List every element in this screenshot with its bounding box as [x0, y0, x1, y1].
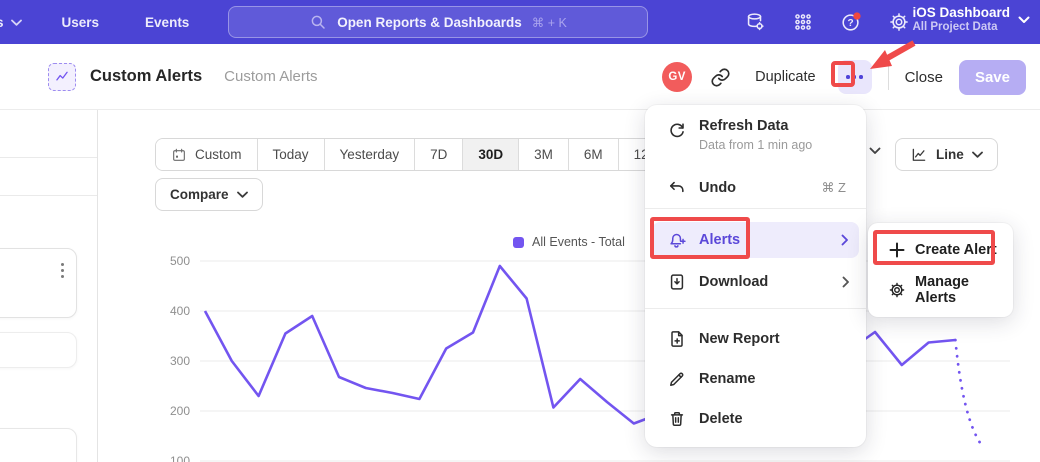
chevron-right-icon — [842, 276, 850, 288]
menu-shortcut: ⌘ Z — [821, 180, 846, 196]
search-shortcut: ⌘ + K — [532, 15, 567, 30]
svg-text:?: ? — [847, 18, 853, 29]
menu-divider — [645, 208, 866, 209]
download-icon — [667, 272, 687, 292]
menu-item-rename[interactable]: Rename — [645, 361, 866, 397]
query-builder-sidebar — [0, 110, 98, 462]
chevron-down-icon — [1018, 16, 1030, 24]
pencil-icon — [667, 369, 687, 389]
page-title: Custom Alerts — [90, 67, 202, 86]
more-options-button[interactable] — [838, 60, 872, 94]
date-range-yesterday[interactable]: Yesterday — [324, 139, 415, 170]
help-icon[interactable]: ? — [840, 11, 862, 33]
menu-item-label: Rename — [699, 371, 755, 387]
menu-item-new-report[interactable]: New Report — [645, 321, 866, 357]
search-input[interactable]: Open Reports & Dashboards ⌘ + K — [228, 6, 648, 38]
plus-icon — [888, 241, 906, 259]
date-range-30d[interactable]: 30D — [462, 139, 518, 170]
breadcrumb: Custom Alerts — [224, 68, 317, 85]
sidebar-card[interactable] — [0, 332, 77, 368]
chevron-down-icon[interactable] — [869, 147, 881, 155]
menu-item-label: Download — [699, 274, 768, 290]
close-button[interactable]: Close — [905, 69, 943, 86]
menu-item-delete[interactable]: Delete — [645, 401, 866, 437]
search-icon — [309, 13, 327, 31]
date-range-control: Custom Today Yesterday 7D 30D 3M 6M 12M — [155, 138, 676, 171]
submenu-item-create-alert[interactable]: Create Alert — [868, 232, 1013, 268]
svg-text:100: 100 — [170, 454, 190, 462]
gear-icon — [888, 281, 906, 299]
legend-label: All Events - Total — [532, 235, 625, 249]
date-range-6m[interactable]: 6M — [568, 139, 618, 170]
nav-item-truncated[interactable]: s — [0, 15, 22, 30]
sidebar-card[interactable] — [0, 248, 77, 318]
menu-item-undo[interactable]: Undo ⌘ Z — [645, 171, 866, 205]
date-range-custom[interactable]: Custom — [156, 139, 257, 170]
menu-item-download[interactable]: Download — [645, 264, 866, 300]
project-scope: All Project Data — [912, 21, 1010, 34]
menu-item-label: Undo — [699, 180, 736, 196]
chevron-down-icon — [237, 191, 248, 198]
line-chart-icon — [910, 146, 928, 164]
bell-plus-icon — [667, 230, 687, 250]
menu-item-label: Delete — [699, 411, 743, 427]
submenu-item-manage-alerts[interactable]: Manage Alerts — [868, 272, 1013, 308]
chevron-down-icon — [972, 151, 983, 158]
date-range-7d[interactable]: 7D — [414, 139, 462, 170]
date-range-today[interactable]: Today — [257, 139, 324, 170]
report-type-icon — [48, 63, 76, 91]
avatar[interactable]: GV — [662, 62, 692, 92]
menu-item-alerts[interactable]: Alerts — [652, 222, 859, 258]
report-header: Custom Alerts Custom Alerts GV Duplicate… — [0, 44, 1040, 110]
search-placeholder: Open Reports & Dashboards — [337, 15, 522, 30]
refresh-icon — [667, 121, 687, 141]
new-report-icon — [667, 329, 687, 349]
svg-text:400: 400 — [170, 304, 190, 318]
trash-icon — [667, 409, 687, 429]
data-management-icon[interactable] — [744, 11, 766, 33]
save-button[interactable]: Save — [959, 60, 1026, 95]
svg-text:200: 200 — [170, 404, 190, 418]
submenu-item-label: Create Alert — [915, 242, 997, 258]
duplicate-button[interactable]: Duplicate — [755, 69, 815, 85]
menu-item-label: Alerts — [699, 232, 740, 248]
app-window: 500 400 300 200 100 All Events - Total s Use… — [0, 0, 1040, 462]
legend-swatch — [513, 237, 524, 248]
project-switcher[interactable]: iOS Dashboard All Project Data — [912, 5, 1030, 34]
alerts-submenu: Create Alert Manage Alerts — [868, 223, 1013, 317]
top-nav: s Users Events Open Reports & Dashboards… — [0, 0, 1040, 44]
share-link-icon[interactable] — [710, 67, 731, 88]
divider — [888, 64, 889, 90]
chevron-right-icon — [841, 234, 849, 246]
svg-text:300: 300 — [170, 354, 190, 368]
nav-item-events[interactable]: Events — [127, 15, 207, 30]
menu-item-label: New Report — [699, 331, 780, 347]
chart-legend[interactable]: All Events - Total — [513, 235, 625, 249]
calendar-icon — [171, 147, 187, 163]
nav-item-users[interactable]: Users — [44, 15, 118, 30]
project-name: iOS Dashboard — [912, 5, 1010, 21]
submenu-item-label: Manage Alerts — [915, 274, 1013, 306]
date-range-3m[interactable]: 3M — [518, 139, 568, 170]
sidebar-card[interactable] — [0, 428, 77, 462]
sidebar-section — [0, 158, 97, 196]
menu-divider — [645, 308, 866, 309]
undo-icon — [667, 178, 687, 198]
menu-item-label: Refresh Data — [699, 118, 812, 134]
svg-text:500: 500 — [170, 254, 190, 268]
compare-button[interactable]: Compare — [155, 178, 263, 211]
context-menu: Refresh Data Data from 1 min ago Undo ⌘ … — [645, 105, 866, 447]
menu-item-subtitle: Data from 1 min ago — [699, 138, 812, 152]
settings-gear-icon[interactable] — [888, 11, 910, 33]
kebab-menu-icon[interactable] — [61, 263, 64, 278]
apps-grid-icon[interactable] — [792, 11, 814, 33]
sidebar-section — [0, 110, 97, 158]
menu-item-refresh-data[interactable]: Refresh Data Data from 1 min ago — [645, 118, 866, 166]
chevron-down-icon — [11, 19, 22, 26]
chart-type-button[interactable]: Line — [895, 138, 998, 171]
